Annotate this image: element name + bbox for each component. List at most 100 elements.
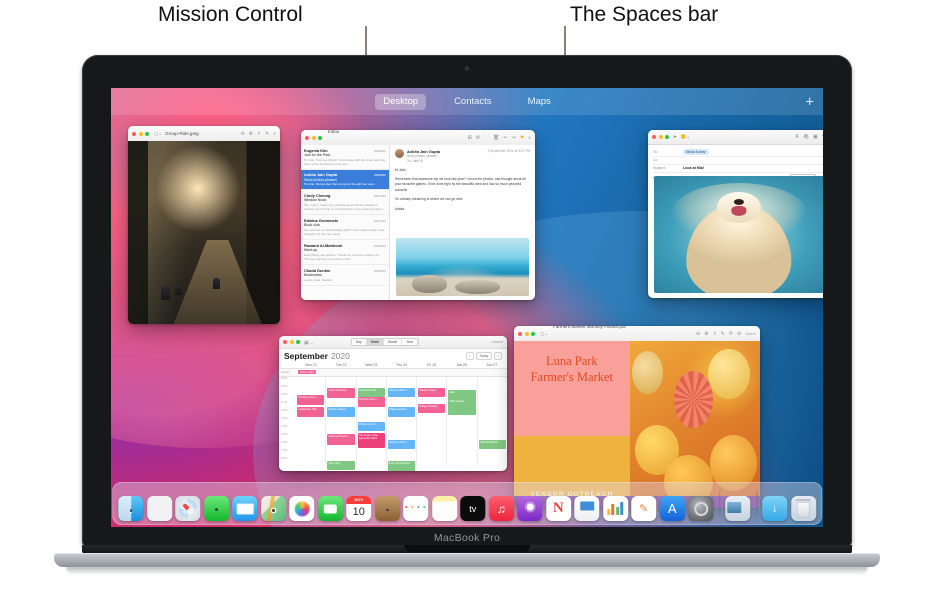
- photo-browser-icon[interactable]: ▣: [813, 134, 818, 140]
- zoom-icon[interactable]: [531, 331, 535, 336]
- calendar-event[interactable]: Pilates workout: [387, 407, 416, 417]
- traffic-lights[interactable]: [518, 331, 535, 336]
- calendar-event[interactable]: Pilates workout: [327, 407, 355, 417]
- calendar-event[interactable]: Budget Meeting: [418, 404, 446, 413]
- calendar-event[interactable]: Weekly Status: [418, 388, 446, 397]
- archive-icon[interactable]: 🗀: [484, 134, 489, 142]
- compose-cc-row[interactable]: Cc:: [653, 157, 823, 165]
- close-icon[interactable]: [305, 135, 309, 140]
- dock-item-app-store[interactable]: A: [659, 496, 685, 521]
- pdf-toolbar-icons[interactable]: ⊖ ⊕ ⇪ ✎ ⟳ ⊘ Search: [696, 331, 756, 337]
- calendar-event[interactable]: Call with Brand...: [478, 440, 506, 449]
- minimize-icon[interactable]: [138, 131, 143, 136]
- mail-toolbar-icons[interactable]: ⊞ ✉ 🗀 🗑 ↩ ↪ ⚑ ⌕: [468, 134, 531, 142]
- markup-icon[interactable]: ✎: [721, 331, 725, 337]
- dock-item-mail[interactable]: [232, 496, 258, 521]
- calendar-event[interactable]: Drop off Grandma...: [387, 461, 416, 471]
- dock-item-maps[interactable]: [260, 496, 286, 521]
- dock-item-facetime[interactable]: [317, 496, 343, 521]
- close-icon[interactable]: [652, 135, 656, 139]
- dock-item-podcasts[interactable]: [517, 496, 543, 521]
- markup-icon[interactable]: ✎: [265, 131, 269, 137]
- space-thumbnail-maps[interactable]: Maps: [520, 94, 559, 110]
- traffic-lights[interactable]: [283, 340, 300, 344]
- search-icon[interactable]: ⌕: [528, 135, 531, 141]
- list-item[interactable]: Chadd Dunkin 09/05/20 Bookmarks Looks gr…: [301, 265, 389, 286]
- list-item[interactable]: Rawand Al-Mabhouh 09/06/20 Meet-up Every…: [301, 240, 389, 266]
- calendar-event[interactable]: Artist workshop...: [327, 388, 355, 398]
- add-space-button[interactable]: +: [805, 94, 814, 109]
- calendar-day-column[interactable]: Pickup coffee fr... Pilates workout Sett…: [387, 377, 418, 471]
- calendar-view-switcher[interactable]: Day Week Month Year: [350, 338, 419, 346]
- view-month[interactable]: Month: [384, 339, 403, 345]
- compose-icon[interactable]: ✉: [476, 135, 480, 141]
- dock-item-news[interactable]: N: [545, 496, 571, 521]
- text-format-icon[interactable]: A: [795, 134, 798, 140]
- today-button[interactable]: Today: [475, 352, 492, 360]
- calendar-event[interactable]: Portfolio work s...: [297, 395, 325, 405]
- search-input[interactable]: Search: [745, 332, 756, 336]
- dock-item-launchpad[interactable]: [146, 496, 172, 521]
- trash-icon[interactable]: 🗑: [493, 135, 499, 141]
- window-mail-compose[interactable]: ➤ 🙂⌄ A 🖇 ▣ ✎ To: Nisha Kumar Cc:: [648, 130, 823, 298]
- calendar-event[interactable]: Pickup coffee fr...: [387, 388, 416, 397]
- minimize-icon[interactable]: [658, 135, 663, 139]
- calendar-event[interactable]: Featured Keyno...: [327, 434, 355, 445]
- share-icon[interactable]: ⇪: [257, 131, 261, 137]
- signature-icon[interactable]: ✎: [822, 134, 823, 140]
- view-year[interactable]: Year: [402, 339, 418, 345]
- to-recipient-token[interactable]: Nisha Kumar: [683, 149, 709, 155]
- window-mail-inbox[interactable]: Inbox 51 messages ⊞ ✉ 🗀 🗑 ↩ ↪ ⚑ ⌕ E: [301, 130, 535, 300]
- list-item[interactable]: Cindy Cheung 09/07/20 Window Nook Hey Ju…: [301, 190, 389, 216]
- view-week[interactable]: Week: [366, 339, 385, 345]
- mail-message-list[interactable]: Eugenia Kim 09/08/20 Join for the Park H…: [301, 145, 390, 300]
- calendar-event[interactable]: Leadership skill...: [297, 407, 325, 417]
- calendar-day-column[interactable]: Call with Brand...: [478, 377, 507, 466]
- calendar-event[interactable]: Lunchtime with ...: [357, 388, 385, 397]
- calendar-event[interactable]: Portfolio work s...: [357, 397, 385, 407]
- dock-item-system-preferences[interactable]: [688, 496, 714, 521]
- dock-item-preview-window[interactable]: [725, 496, 751, 521]
- dock-item-tv[interactable]: tv: [460, 496, 486, 521]
- window-pdf-farmers-market[interactable]: ▢⌄ Farmers Market Monthly Packet.pdf 1 p…: [514, 326, 760, 508]
- dock[interactable]: NOV 10 tv ♫ N ✎ A: [112, 482, 822, 525]
- window-calendar[interactable]: 🗓 ⌄ Day Week Month Year ⌕ Search Septemb…: [279, 336, 507, 471]
- dock-item-pages[interactable]: ✎: [631, 496, 657, 521]
- calendar-day-column[interactable]: Portfolio work s... Leadership skill...: [296, 377, 327, 466]
- preview-toolbar-icons[interactable]: ⊖ ⊕ ⇪ ✎ ⌕: [240, 131, 276, 137]
- prev-button[interactable]: ‹: [465, 352, 474, 360]
- zoom-out-icon[interactable]: ⊖: [240, 131, 244, 137]
- dock-item-trash[interactable]: [790, 496, 816, 521]
- window-preview-group-ride[interactable]: ▢⌄ Group-Ride.jpeg ⊖ ⊕ ⇪ ✎ ⌕: [128, 126, 280, 324]
- dock-item-notes[interactable]: [431, 496, 457, 521]
- calendar-day-column[interactable]: Lunchtime with ... Portfolio work s... P…: [357, 377, 387, 466]
- calendar-event[interactable]: Plant garden: [448, 399, 476, 415]
- annotate-icon[interactable]: ⊘: [737, 331, 741, 337]
- list-item[interactable]: Edwina Grommets 09/07/20 Book club Are y…: [301, 215, 389, 241]
- space-thumbnail-contacts[interactable]: Contacts: [446, 94, 500, 110]
- list-item[interactable]: Eugenia Kim 09/08/20 Join for the Park H…: [301, 145, 389, 170]
- zoom-in-icon[interactable]: ⊕: [704, 331, 708, 337]
- calendar-day-column[interactable]: Hike Plant garden: [447, 377, 478, 466]
- calendar-grid[interactable]: 08:00 09:00 10:00 11:00 12:00 13:00 14:0…: [279, 377, 507, 471]
- calendar-day-column[interactable]: Weekly Status Budget Meeting: [417, 377, 448, 466]
- next-button[interactable]: ›: [493, 352, 502, 360]
- calendar-event[interactable]: Taco night: [327, 461, 355, 470]
- sidebar-icon[interactable]: ▢⌄: [154, 131, 162, 137]
- compose-subject-row[interactable]: Subject: Look at Mia!: [653, 165, 823, 173]
- zoom-icon[interactable]: [145, 131, 149, 136]
- calendar-nav[interactable]: ‹ Today ›: [465, 352, 502, 360]
- list-item[interactable]: Ankita Jain Gupta 09/08/20 Send photos p…: [301, 169, 389, 191]
- calendar-day-column[interactable]: Artist workshop... Pilates workout Featu…: [326, 377, 357, 470]
- space-thumbnail-desktop[interactable]: Desktop: [375, 93, 427, 110]
- search-icon[interactable]: ⌕ Search: [489, 340, 503, 344]
- sidebar-icon[interactable]: ▢⌄: [540, 331, 548, 337]
- view-day[interactable]: Day: [351, 339, 367, 345]
- dock-item-photos[interactable]: [289, 496, 315, 521]
- close-icon[interactable]: [132, 131, 136, 136]
- dock-item-contacts[interactable]: [374, 496, 400, 521]
- dock-item-music[interactable]: ♫: [488, 496, 514, 521]
- minimize-icon[interactable]: [289, 340, 294, 344]
- compose-to-row[interactable]: To: Nisha Kumar: [653, 148, 823, 157]
- dock-item-finder[interactable]: [118, 496, 144, 521]
